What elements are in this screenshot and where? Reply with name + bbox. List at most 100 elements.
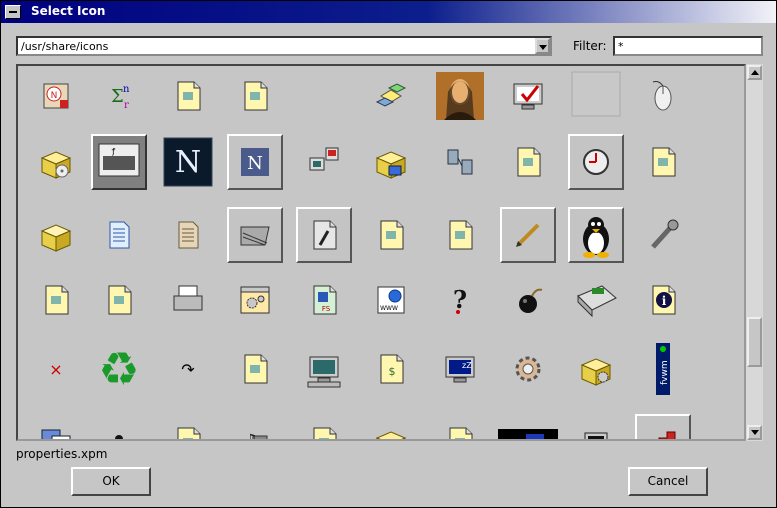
icon-cell[interactable]: [500, 341, 556, 397]
ok-button[interactable]: OK: [71, 467, 151, 496]
window-menu-button[interactable]: [5, 5, 21, 19]
icon-cell[interactable]: [28, 272, 84, 328]
package-cd-icon: [40, 151, 72, 179]
svg-text:×: ×: [49, 360, 62, 379]
icon-cell[interactable]: [432, 68, 488, 124]
compass-box-icon: N: [43, 83, 69, 109]
path-value[interactable]: /usr/share/icons: [21, 40, 108, 53]
icon-cell[interactable]: [160, 207, 216, 263]
icon-cell[interactable]: FS: [296, 272, 352, 328]
icon-cell[interactable]: [363, 207, 419, 263]
icon-cell[interactable]: fvwm: [635, 341, 691, 397]
monitor-check-icon: [513, 83, 543, 110]
icon-cell[interactable]: [635, 68, 691, 124]
icon-cell[interactable]: [568, 341, 624, 397]
icon-cell[interactable]: ?: [432, 272, 488, 328]
icon-cell[interactable]: [363, 68, 419, 124]
path-dropdown-button[interactable]: [535, 38, 550, 54]
doc-dollar-icon: $: [380, 354, 404, 384]
small-terminal-icon: [584, 432, 608, 439]
icon-cell[interactable]: ƒ: [91, 134, 147, 190]
scroll-up-button[interactable]: [747, 65, 762, 80]
vertical-scrollbar[interactable]: [746, 64, 763, 441]
icon-cell[interactable]: [296, 341, 352, 397]
icon-cell[interactable]: zZ: [432, 341, 488, 397]
icon-cell[interactable]: [500, 207, 556, 263]
icon-cell[interactable]: [91, 414, 147, 439]
icon-cell[interactable]: $: [363, 341, 419, 397]
filter-input[interactable]: *: [613, 36, 763, 56]
package-monitor-icon: [375, 151, 407, 179]
icon-cell[interactable]: [635, 207, 691, 263]
filter-value[interactable]: *: [618, 40, 624, 53]
cancel-button[interactable]: Cancel: [628, 467, 708, 496]
icon-cell[interactable]: [432, 207, 488, 263]
icon-cell[interactable]: [363, 414, 419, 439]
icon-cell[interactable]: [160, 68, 216, 124]
icon-cell[interactable]: [227, 207, 283, 263]
icon-cell[interactable]: i: [635, 272, 691, 328]
icon-cell[interactable]: [28, 414, 84, 439]
icon-cell[interactable]: [28, 207, 84, 263]
icon-cell[interactable]: [500, 272, 556, 328]
icon-cell[interactable]: [296, 414, 352, 439]
svg-text:i: i: [662, 294, 667, 308]
pencil-icon: [516, 223, 540, 247]
path-combobox[interactable]: /usr/share/icons: [16, 36, 552, 56]
icon-cell[interactable]: [432, 134, 488, 190]
icon-cell[interactable]: ♫: [227, 414, 283, 439]
title-bar[interactable]: Select Icon: [1, 1, 776, 23]
icon-cell[interactable]: ♻: [91, 341, 147, 397]
icon-cell[interactable]: [432, 414, 488, 439]
bomb-icon: [519, 288, 543, 313]
scroll-down-button[interactable]: [747, 425, 762, 440]
icon-cell[interactable]: N: [160, 134, 216, 190]
svg-text:fvwm: fvwm: [660, 360, 670, 385]
icon-cell[interactable]: N: [227, 134, 283, 190]
icon-cell[interactable]: [227, 341, 283, 397]
icon-cell[interactable]: [568, 272, 624, 328]
icon-cell[interactable]: [568, 414, 624, 439]
icon-cell[interactable]: [635, 134, 691, 190]
icon-cell[interactable]: [91, 272, 147, 328]
svg-text:N: N: [51, 91, 58, 101]
icon-cell[interactable]: [635, 414, 691, 439]
svg-text:$: $: [389, 365, 396, 378]
icon-cell[interactable]: Σnr: [91, 68, 147, 124]
window-gears-icon: [240, 286, 270, 314]
icon-cell[interactable]: [296, 68, 352, 124]
icon-cell[interactable]: [500, 134, 556, 190]
icon-cell[interactable]: [296, 134, 352, 190]
icon-cell[interactable]: [160, 272, 216, 328]
icon-cell[interactable]: [91, 207, 147, 263]
icon-cell[interactable]: [568, 134, 624, 190]
icon-cell[interactable]: [363, 134, 419, 190]
scroll-thumb[interactable]: [747, 317, 762, 367]
selected-filename: properties.xpm: [16, 447, 108, 461]
icon-cell[interactable]: ×: [28, 341, 84, 397]
svg-text:Σ: Σ: [111, 86, 124, 107]
icon-cell[interactable]: WWW: [363, 272, 419, 328]
doc-hand-icon: [108, 285, 132, 315]
icon-cell[interactable]: [500, 68, 556, 124]
cubes-icon: [375, 83, 407, 107]
doc-screen-icon: [244, 354, 268, 384]
select-icon-dialog: Select Icon /usr/share/icons Filter: * N…: [0, 0, 777, 508]
icon-cell[interactable]: N: [28, 68, 84, 124]
icon-cell[interactable]: [568, 68, 624, 124]
icon-cell[interactable]: [568, 207, 624, 263]
svg-text:r: r: [124, 100, 129, 111]
netscape-icon: N: [163, 137, 213, 187]
open-box-icon: [40, 224, 72, 252]
icon-cell[interactable]: ↷: [160, 341, 216, 397]
icon-cell[interactable]: [227, 272, 283, 328]
gnome-foot-icon: [45, 285, 69, 315]
icon-cell[interactable]: [28, 134, 84, 190]
icon-cell[interactable]: [296, 207, 352, 263]
recycle-icon: ♻: [98, 342, 139, 396]
wizard-window-icon: [313, 427, 337, 439]
icon-cell[interactable]: [227, 68, 283, 124]
icon-cell[interactable]: [498, 414, 558, 439]
icon-cell[interactable]: [160, 414, 216, 439]
curved-arrow-icon: ↷: [181, 360, 195, 379]
